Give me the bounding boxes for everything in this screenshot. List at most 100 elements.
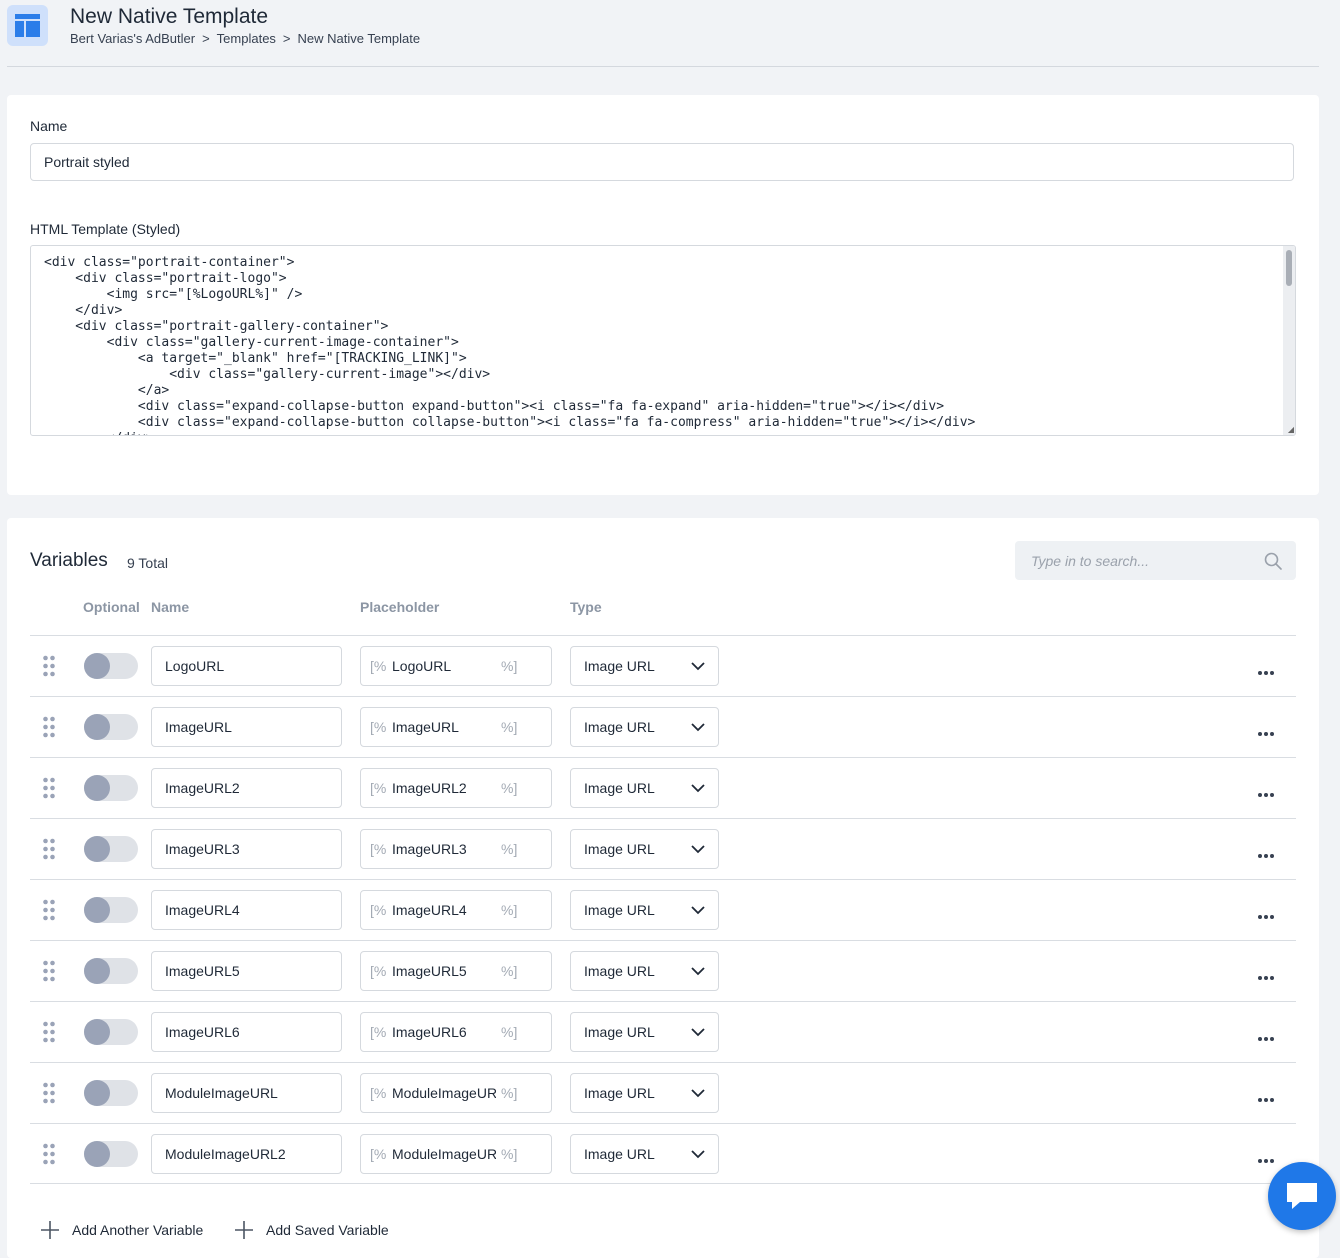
optional-toggle[interactable] <box>84 653 138 679</box>
more-horizontal-icon[interactable] <box>1257 724 1275 742</box>
drag-handle-icon[interactable] <box>43 960 55 987</box>
variable-placeholder-input[interactable]: [% ImageURL4%] <box>360 890 552 930</box>
variable-row: ImageURL6 [% ImageURL6%] Image URL <box>30 1001 1296 1062</box>
variable-name-input[interactable]: ImageURL <box>151 707 342 747</box>
more-horizontal-icon[interactable] <box>1257 968 1275 986</box>
variable-type-select[interactable]: Image URL <box>570 1134 719 1174</box>
drag-handle-icon[interactable] <box>43 655 55 682</box>
column-header-placeholder: Placeholder <box>360 599 440 615</box>
drag-handle-icon[interactable] <box>43 899 55 926</box>
more-horizontal-icon[interactable] <box>1257 1151 1275 1169</box>
variable-type-select[interactable]: Image URL <box>570 951 719 991</box>
variable-row: ImageURL3 [% ImageURL3%] Image URL <box>30 818 1296 879</box>
optional-toggle[interactable] <box>84 775 138 801</box>
more-horizontal-icon[interactable] <box>1257 785 1275 803</box>
more-horizontal-icon[interactable] <box>1257 1029 1275 1047</box>
variable-placeholder-input[interactable]: [% ModuleImageURL%] <box>360 1073 552 1113</box>
variable-placeholder-input[interactable]: [% LogoURL%] <box>360 646 552 686</box>
html-template-code[interactable]: <div class="portrait-container"> <div cl… <box>31 246 1295 435</box>
variable-search-input[interactable] <box>1015 541 1271 580</box>
variable-row: ImageURL4 [% ImageURL4%] Image URL <box>30 879 1296 940</box>
variable-type-select[interactable]: Image URL <box>570 890 719 930</box>
variable-placeholder-input[interactable]: [% ImageURL2%] <box>360 768 552 808</box>
variable-placeholder-input[interactable]: [% ImageURL6%] <box>360 1012 552 1052</box>
name-label: Name <box>30 118 68 134</box>
column-header-name: Name <box>151 599 190 615</box>
variable-name-input[interactable]: ImageURL3 <box>151 829 342 869</box>
variable-type-select[interactable]: Image URL <box>570 768 719 808</box>
add-saved-variable-label: Add Saved Variable <box>266 1222 389 1238</box>
variable-placeholder-input[interactable]: [% ImageURL%] <box>360 707 552 747</box>
drag-handle-icon[interactable] <box>43 1082 55 1109</box>
placeholder-prefix: [% <box>370 1085 387 1101</box>
variable-type-select[interactable]: Image URL <box>570 829 719 869</box>
editor-scrollbar-thumb[interactable] <box>1286 250 1292 286</box>
variable-name-input[interactable]: ImageURL4 <box>151 890 342 930</box>
plus-icon <box>41 1221 59 1239</box>
variable-type-select[interactable]: Image URL <box>570 1012 719 1052</box>
search-icon[interactable] <box>1264 552 1282 570</box>
editor-scrollbar[interactable] <box>1283 246 1295 435</box>
variable-type-select[interactable]: Image URL <box>570 646 719 686</box>
placeholder-value: ImageURL3 <box>392 841 467 857</box>
drag-handle-icon[interactable] <box>43 716 55 743</box>
drag-handle-icon[interactable] <box>43 1021 55 1048</box>
optional-toggle[interactable] <box>84 1019 138 1045</box>
variable-type-select[interactable]: Image URL <box>570 1073 719 1113</box>
placeholder-prefix: [% <box>370 1024 387 1040</box>
variable-row: ImageURL [% ImageURL%] Image URL <box>30 696 1296 757</box>
placeholder-suffix: %] <box>501 719 518 735</box>
variable-name-input[interactable]: ModuleImageURL2 <box>151 1134 342 1174</box>
drag-handle-icon[interactable] <box>43 777 55 804</box>
header-divider <box>7 66 1319 67</box>
template-name-input[interactable]: Portrait styled <box>30 143 1294 181</box>
variable-type-value: Image URL <box>584 719 655 735</box>
variable-type-select[interactable]: Image URL <box>570 707 719 747</box>
variable-type-value: Image URL <box>584 658 655 674</box>
add-saved-variable-button[interactable]: Add Saved Variable <box>234 1220 389 1240</box>
more-horizontal-icon[interactable] <box>1257 846 1275 864</box>
drag-handle-icon[interactable] <box>43 1143 55 1170</box>
variable-name-input[interactable]: ModuleImageURL <box>151 1073 342 1113</box>
placeholder-prefix: [% <box>370 780 387 796</box>
optional-toggle[interactable] <box>84 897 138 923</box>
optional-toggle[interactable] <box>84 714 138 740</box>
breadcrumb: Bert Varias's AdButler > Templates > New… <box>70 31 420 46</box>
toggle-knob <box>84 1019 110 1045</box>
html-template-editor[interactable]: <div class="portrait-container"> <div cl… <box>30 245 1296 436</box>
variable-name-input[interactable]: ImageURL2 <box>151 768 342 808</box>
placeholder-prefix: [% <box>370 658 387 674</box>
variable-name-input[interactable]: ImageURL6 <box>151 1012 342 1052</box>
more-horizontal-icon[interactable] <box>1257 1090 1275 1108</box>
html-template-label: HTML Template (Styled) <box>30 221 181 237</box>
variable-name-input[interactable]: ImageURL5 <box>151 951 342 991</box>
variables-card: Variables 9 Total Optional Name Placehol… <box>7 518 1319 1258</box>
variables-list: LogoURL [% LogoURL%] Image URL ImageURL [% Ima… <box>30 635 1296 1184</box>
add-another-variable-label: Add Another Variable <box>72 1222 204 1238</box>
toggle-knob <box>84 1141 110 1167</box>
placeholder-prefix: [% <box>370 963 387 979</box>
more-horizontal-icon[interactable] <box>1257 663 1275 681</box>
placeholder-value: ImageURL <box>392 719 459 735</box>
resize-handle-icon[interactable]: ◢ <box>1288 426 1294 434</box>
variable-type-value: Image URL <box>584 841 655 857</box>
optional-toggle[interactable] <box>84 1141 138 1167</box>
add-another-variable-button[interactable]: Add Another Variable <box>40 1220 203 1240</box>
more-horizontal-icon[interactable] <box>1257 907 1275 925</box>
variable-row: ModuleImageURL [% ModuleImageURL%] Image UR… <box>30 1062 1296 1123</box>
placeholder-suffix: %] <box>501 902 518 918</box>
optional-toggle[interactable] <box>84 836 138 862</box>
breadcrumb-separator: > <box>282 31 291 46</box>
placeholder-suffix: %] <box>501 963 518 979</box>
breadcrumb-item-current: New Native Template <box>297 31 421 46</box>
optional-toggle[interactable] <box>84 1080 138 1106</box>
variable-name-input[interactable]: LogoURL <box>151 646 342 686</box>
drag-handle-icon[interactable] <box>43 838 55 865</box>
variable-placeholder-input[interactable]: [% ModuleImageURL2%] <box>360 1134 552 1174</box>
optional-toggle[interactable] <box>84 958 138 984</box>
chat-button[interactable] <box>1268 1162 1336 1230</box>
breadcrumb-item-account[interactable]: Bert Varias's AdButler <box>70 31 195 46</box>
variable-placeholder-input[interactable]: [% ImageURL3%] <box>360 829 552 869</box>
breadcrumb-item-templates[interactable]: Templates <box>217 31 276 46</box>
variable-placeholder-input[interactable]: [% ImageURL5%] <box>360 951 552 991</box>
